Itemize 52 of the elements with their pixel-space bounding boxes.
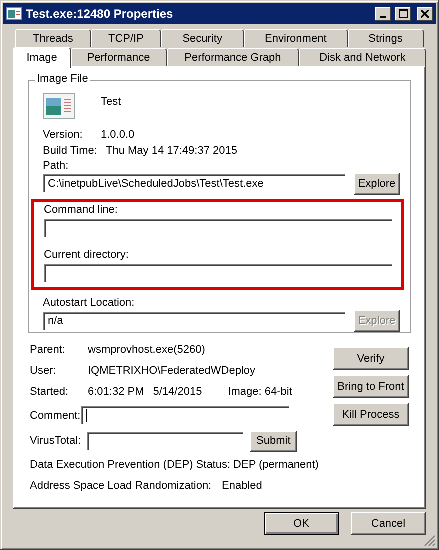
tab[interactable]: Disk and Network xyxy=(299,48,426,66)
detail-label: User: xyxy=(30,364,58,376)
aslr-value: Enabled xyxy=(222,480,262,492)
group-title: Image File xyxy=(35,73,90,85)
start-time: 6:01:32 PM xyxy=(88,386,144,398)
tab[interactable]: Performance xyxy=(71,48,167,66)
dep-value: DEP (permanent) xyxy=(234,459,319,471)
autostart-label: Autostart Location: xyxy=(43,296,135,309)
image-bitness: Image: 64-bit xyxy=(228,386,292,398)
application-icon xyxy=(43,92,75,119)
explore-button[interactable]: Explore xyxy=(354,172,400,195)
tab[interactable]: Environment xyxy=(244,29,348,47)
version-label: Version: xyxy=(43,128,84,141)
started-label: Started: xyxy=(30,386,70,398)
detail-label: Parent: xyxy=(30,344,66,356)
app-icon xyxy=(6,7,22,20)
path-label: Path: xyxy=(43,160,69,172)
current-directory-label: Current directory: xyxy=(44,248,130,261)
tab[interactable]: Performance Graph xyxy=(166,48,300,66)
action-button[interactable]: Bring to Front xyxy=(333,375,409,398)
dep-label: Data Execution Prevention (DEP) Status: xyxy=(30,459,231,471)
action-button[interactable]: Kill Process xyxy=(333,403,409,426)
maximize-icon xyxy=(398,9,408,18)
command-line-label: Command line: xyxy=(44,204,119,216)
tab[interactable]: Threads xyxy=(15,29,92,47)
build-time-label: Build Time: xyxy=(43,144,98,157)
minimize-button[interactable] xyxy=(375,6,391,20)
detail-value: wsmprovhost.exe(5260) xyxy=(88,344,206,356)
path-field[interactable]: C:\inetpubLive\ScheduledJobs\Test\Test.exe xyxy=(43,174,346,194)
tab[interactable]: Security xyxy=(161,29,244,47)
minimize-icon xyxy=(380,16,386,18)
tab[interactable]: TCP/IP xyxy=(91,29,162,47)
dialog-button[interactable]: Cancel xyxy=(351,512,426,535)
detail-value: IQMETRIXHO\FederatedWDeploy xyxy=(88,364,256,376)
version-value: 1.0.0.0 xyxy=(101,128,135,141)
build-time-value: Thu May 14 17:49:37 2015 xyxy=(106,144,238,157)
resize-grip-icon xyxy=(424,535,436,547)
tab[interactable]: Strings xyxy=(348,29,424,47)
close-button[interactable] xyxy=(417,6,433,20)
aslr-label: Address Space Load Randomization: xyxy=(30,480,213,492)
close-icon xyxy=(421,10,429,18)
submit-button[interactable]: Submit xyxy=(250,430,298,452)
start-date: 5/14/2015 xyxy=(153,386,202,398)
autostart-field[interactable]: n/a xyxy=(43,312,346,331)
comment-label: Comment: xyxy=(30,410,81,422)
maximize-button[interactable] xyxy=(395,6,411,20)
dialog-button[interactable]: OK xyxy=(264,512,339,535)
file-name: Test xyxy=(101,96,122,108)
action-button[interactable]: Verify xyxy=(333,347,409,370)
window-title: Test.exe:12480 Properties xyxy=(26,6,174,20)
virustotal-label: VirusTotal: xyxy=(30,435,82,447)
tab[interactable]: Image xyxy=(13,47,72,68)
